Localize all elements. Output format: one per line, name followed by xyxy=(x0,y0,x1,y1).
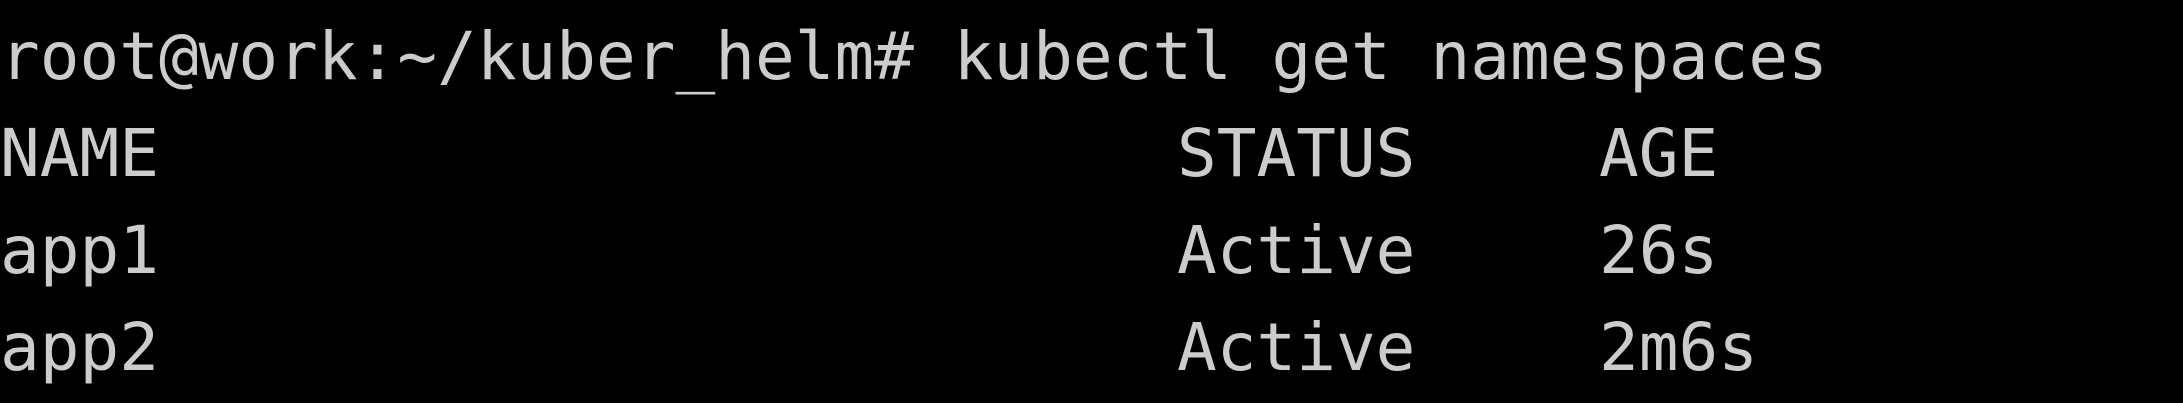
header-name: NAME xyxy=(0,115,159,192)
namespace-status: Active xyxy=(1177,309,1416,386)
header-status: STATUS xyxy=(1177,115,1416,192)
command-text: kubectl get namespaces xyxy=(953,18,1828,95)
table-row: app2 Active 2m6s xyxy=(0,299,2183,396)
shell-prompt: root@work:~/kuber_helm# xyxy=(0,18,914,95)
namespace-name: app1 xyxy=(0,212,159,289)
header-age: AGE xyxy=(1599,115,1719,192)
namespace-age: 26s xyxy=(1599,212,1719,289)
table-row: app1 Active 26s xyxy=(0,202,2183,299)
terminal-window[interactable]: root@work:~/kuber_helm# kubectl get name… xyxy=(0,0,2183,403)
namespace-name: app2 xyxy=(0,309,159,386)
command-line: root@work:~/kuber_helm# kubectl get name… xyxy=(0,8,2183,105)
namespace-age: 2m6s xyxy=(1599,309,1758,386)
table-header: NAME STATUS AGE xyxy=(0,105,2183,202)
namespace-status: Active xyxy=(1177,212,1416,289)
